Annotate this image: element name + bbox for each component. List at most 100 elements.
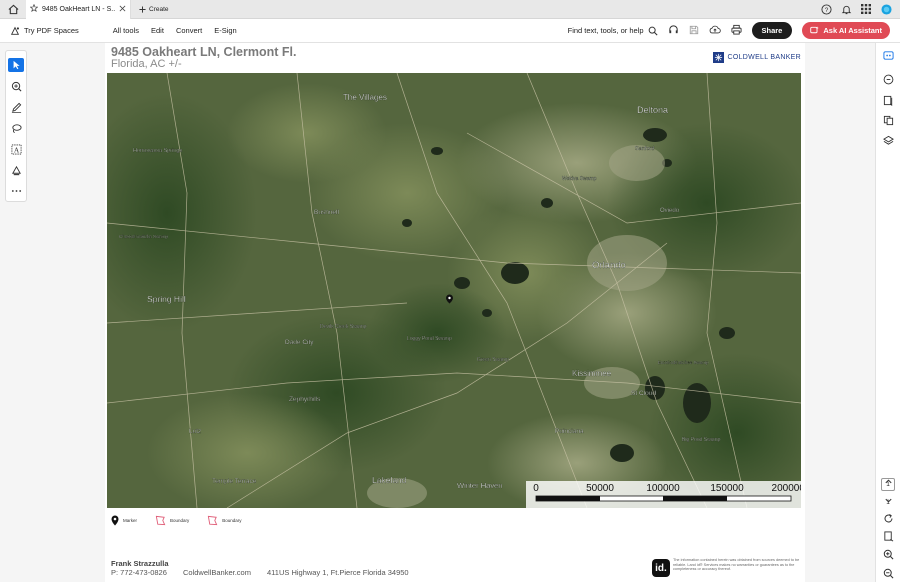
tab-title: 9485 OakHeart LN - S...: [42, 5, 115, 13]
agent-name: Frank Strazzulla: [111, 559, 169, 568]
map-label: Chassahowitzka Swamp: [119, 234, 169, 239]
map-label: Spring Hill: [147, 294, 186, 304]
right-rail: 1 1: [875, 43, 900, 582]
share-button[interactable]: Share: [751, 22, 793, 39]
svg-text:?: ?: [824, 6, 828, 13]
land-id-logo: id.: [652, 559, 670, 577]
find-search-button[interactable]: Find text, tools, or help: [568, 26, 658, 36]
map-pin-icon: [111, 515, 119, 526]
page-up-icon[interactable]: [882, 475, 894, 487]
main-toolbar: Try PDF Spaces All tools Edit Convert E-…: [0, 19, 900, 43]
comments-icon[interactable]: [882, 73, 894, 85]
close-tab-icon[interactable]: [119, 5, 126, 14]
map-label: Winter Haven: [457, 481, 502, 490]
legend-boundary-1: Boundary: [155, 515, 189, 526]
map-label: Deltona: [637, 105, 668, 115]
menu-edit[interactable]: Edit: [151, 26, 164, 35]
more-tools-icon[interactable]: [8, 184, 24, 198]
map-label: Lutz: [189, 428, 201, 435]
ai-assistant-label: Ask AI Assistant: [823, 26, 882, 35]
svg-text:A: A: [13, 145, 19, 154]
brokerage-website: ColdwellBanker.com: [183, 568, 251, 577]
agent-phone: P: 772-473-0826: [111, 568, 167, 577]
property-title: 9485 Oakheart LN, Clermont Fl.: [111, 45, 297, 59]
map-label: Econlockhatchee Swamp: [658, 360, 709, 365]
page-down-icon[interactable]: [882, 494, 894, 506]
menu-esign[interactable]: E-Sign: [214, 26, 237, 35]
bell-icon[interactable]: [840, 3, 852, 15]
select-tool-icon[interactable]: [8, 58, 24, 72]
brand-name: COLDWELL BANKER: [727, 54, 801, 61]
map-label: Wekiva Swamp: [562, 176, 597, 182]
tab-document[interactable]: 9485 OakHeart LN - S...: [26, 0, 131, 19]
pen-draw-icon[interactable]: [8, 100, 24, 114]
map-label: Oviedo: [660, 208, 680, 214]
map-label: Devils Creek Swamp: [320, 324, 367, 330]
print-icon[interactable]: [730, 24, 742, 37]
map-label: Lakeland: [372, 475, 407, 485]
map-label: Big Pond Swamp: [682, 437, 721, 443]
zoom-in-icon[interactable]: [882, 548, 894, 560]
help-icon[interactable]: ?: [820, 3, 832, 15]
menu-all-tools[interactable]: All tools: [113, 26, 139, 35]
map-legend: Marker Boundary Boundary: [111, 515, 260, 526]
legend-boundary-2: Boundary: [207, 515, 242, 526]
pdf-spaces-label: Try PDF Spaces: [24, 26, 79, 35]
pdf-spaces-button[interactable]: Try PDF Spaces: [10, 26, 79, 36]
map-label: Orlando: [592, 260, 626, 271]
save-icon[interactable]: [689, 25, 699, 37]
ai-assistant-button[interactable]: Ask AI Assistant: [802, 22, 890, 39]
legend-boundary-label: Boundary: [170, 518, 190, 523]
map-label: Homosassa Springs: [133, 148, 182, 154]
create-tab-button[interactable]: Create: [131, 0, 177, 19]
menu-convert[interactable]: Convert: [176, 26, 202, 35]
satellite-map[interactable]: The Villages Deltona Sanford Homosassa Spri…: [107, 73, 801, 508]
comment-zoom-icon[interactable]: [8, 79, 24, 93]
boundary-shape-icon: [208, 515, 218, 526]
tab-bar: 9485 OakHeart LN - S... Create ?: [0, 0, 900, 19]
map-scale-bar: 050000100000150000200000ft: [526, 481, 801, 508]
map-label: Kissimmee: [572, 369, 612, 378]
zoom-out-icon[interactable]: [882, 567, 894, 579]
map-label: Green Swamp: [477, 357, 509, 363]
scale-ruler: [535, 495, 792, 502]
legend-marker-label: Marker: [123, 518, 138, 523]
avatar[interactable]: [880, 3, 892, 15]
copy-pages-icon[interactable]: [882, 114, 894, 126]
disclaimer-text: The information contained herein was obt…: [673, 558, 800, 572]
boundary-shape-icon: [155, 515, 166, 526]
apps-grid-icon[interactable]: [860, 3, 872, 15]
page-fit-icon[interactable]: [882, 530, 894, 542]
headphones-icon[interactable]: [668, 24, 679, 37]
map-label: Sanford: [635, 146, 654, 152]
map-label: Temple Terrace: [212, 478, 257, 485]
ai-sparkle-icon: [810, 26, 820, 34]
search-icon: [648, 26, 658, 36]
document-page: 9485 Oakheart LN, Clermont Fl. Florida, …: [105, 43, 805, 582]
map-label: St Cloud: [631, 390, 656, 397]
map-label: Loggy Pond Swamp: [407, 336, 452, 342]
rotate-icon[interactable]: [882, 512, 894, 524]
property-subtitle: Florida, AC +/-: [111, 58, 182, 70]
legend-marker: Marker: [111, 515, 137, 526]
create-label: Create: [149, 5, 169, 13]
stamp-fill-icon[interactable]: [8, 163, 24, 177]
star-icon[interactable]: [29, 3, 39, 14]
home-icon[interactable]: [0, 0, 26, 19]
map-label: The Villages: [343, 93, 387, 102]
brand-logo: COLDWELL BANKER: [712, 52, 801, 63]
left-tool-rail: A: [5, 50, 27, 202]
spaces-icon: [10, 26, 20, 35]
cloud-upload-icon[interactable]: [709, 24, 721, 37]
bookmark-icon[interactable]: [882, 94, 894, 106]
search-label: Find text, tools, or help: [567, 26, 644, 35]
text-box-icon[interactable]: A: [8, 142, 24, 156]
map-label: Zephyrhills: [289, 396, 321, 403]
layers-icon[interactable]: [882, 134, 894, 146]
legend-boundary-label: Boundary: [222, 518, 242, 523]
brokerage-address: 411US Highway 1, Ft.Pierce Florida 34950: [267, 568, 409, 577]
ai-panel-icon[interactable]: [882, 49, 894, 61]
lasso-icon[interactable]: [8, 121, 24, 135]
map-label: Poinciana: [555, 428, 584, 435]
coldwell-banker-logo-icon: [712, 52, 724, 63]
